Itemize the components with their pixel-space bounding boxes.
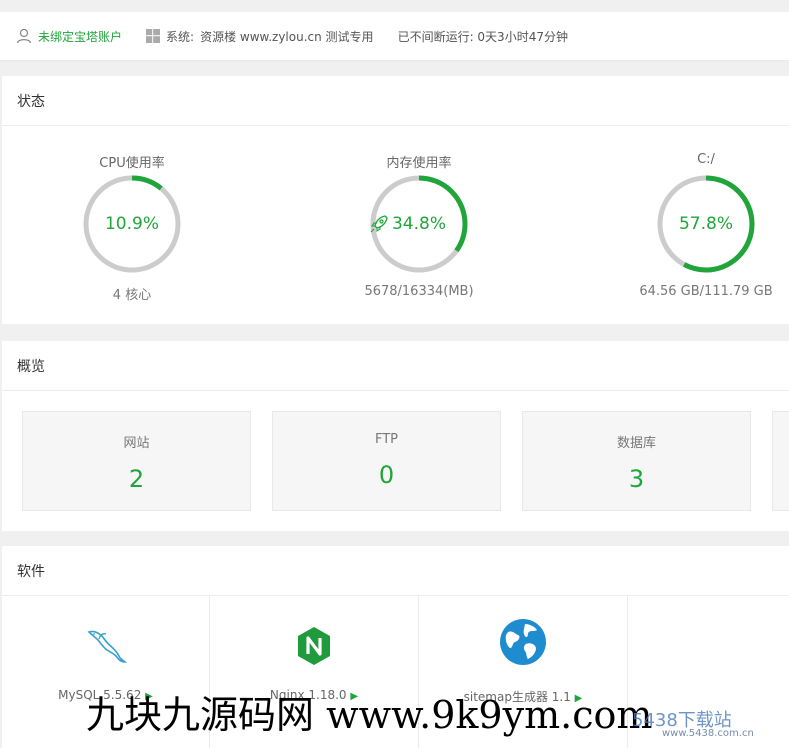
memory-gauge-label: 内存使用率 — [386, 156, 452, 171]
overview-panel: 概览 网站 2 FTP 0 数据库 3 — [2, 341, 789, 531]
stat-card-partial[interactable] — [772, 411, 789, 511]
globe-icon — [500, 619, 546, 665]
stat-card-databases[interactable]: 数据库 3 — [522, 411, 751, 511]
windows-icon — [146, 29, 161, 43]
watermark-logo-url: www.5438.com.cn — [662, 728, 754, 739]
uptime-text: 已不间断运行: 0天3小时47分钟 — [397, 29, 568, 44]
cpu-gauge-label: CPU使用率 — [99, 156, 165, 171]
stat-card-label: FTP — [374, 432, 399, 447]
stat-card-label: 网站 — [123, 436, 150, 451]
bind-account-link[interactable]: 未绑定宝塔账户 — [16, 28, 122, 45]
stat-card-websites[interactable]: 网站 2 — [22, 411, 251, 511]
cpu-gauge-percent: 10.9% — [104, 214, 159, 234]
top-info-bar: 未绑定宝塔账户 系统: 资源楼 www.zylou.cn 测试专用 已不间断运行… — [0, 12, 789, 60]
system-value: 资源楼 www.zylou.cn 测试专用 — [200, 29, 374, 44]
status-panel: 状态 CPU使用率 10.9% 4 核心 内存使用率 34.8% 5678/16… — [2, 76, 789, 324]
bind-account-label: 未绑定宝塔账户 — [38, 29, 123, 44]
system-info: 系统: 资源楼 www.zylou.cn 测试专用 — [146, 28, 374, 45]
software-panel-title: 软件 — [2, 546, 789, 596]
user-icon — [16, 28, 32, 44]
memory-gauge-percent: 34.8% — [391, 214, 446, 234]
stat-card-value: 0 — [378, 461, 395, 489]
watermark-text: 九块九源码网 www.9k9ym.com — [86, 693, 653, 737]
disk-gauge-usage: 64.56 GB/111.79 GB — [639, 284, 773, 299]
stat-card-value: 2 — [128, 465, 145, 493]
system-label: 系统: — [166, 29, 195, 44]
overview-panel-title: 概览 — [2, 341, 789, 391]
uptime: 已不间断运行: 0天3小时47分钟 — [398, 28, 568, 45]
cpu-gauge-cores: 4 核心 — [112, 288, 152, 303]
mysql-icon — [87, 630, 127, 663]
memory-gauge-usage: 5678/16334(MB) — [364, 284, 474, 299]
stat-card-value: 3 — [628, 465, 645, 493]
stat-card-label: 数据库 — [616, 436, 656, 451]
stat-card-ftp[interactable]: FTP 0 — [272, 411, 501, 511]
disk-gauge-percent: 57.8% — [678, 214, 733, 234]
nginx-icon — [298, 627, 330, 665]
disk-gauge-label: C:/ — [697, 152, 715, 167]
status-panel-title: 状态 — [2, 76, 789, 126]
